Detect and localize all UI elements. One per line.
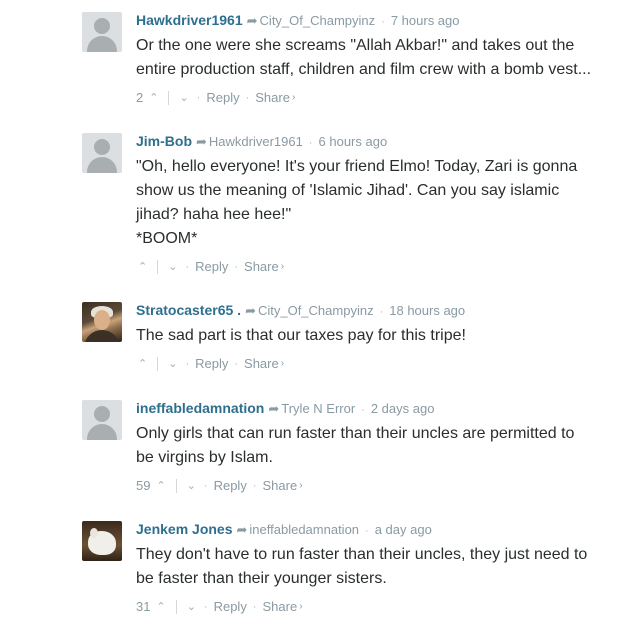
default-avatar-icon[interactable] xyxy=(82,133,122,173)
comment-line: Only girls that can run faster than thei… xyxy=(136,425,575,442)
comment-actions: 2 ⌃ ⌄ · Reply · Share › xyxy=(136,88,636,107)
parent-author-link[interactable]: Hawkdriver1961 xyxy=(209,134,303,149)
timestamp-link[interactable]: 7 hours ago xyxy=(391,13,460,28)
separator-dot: · xyxy=(365,525,369,537)
comment-line: show us the meaning of 'Islamic Jihad'. … xyxy=(136,182,560,199)
vote-count: 2 xyxy=(136,89,144,105)
separator-dot: · xyxy=(185,260,190,273)
upvote-icon[interactable]: ⌃ xyxy=(136,258,149,276)
upvote-icon[interactable]: ⌃ xyxy=(154,598,167,616)
comment-text: "Oh, hello everyone! It's your friend El… xyxy=(136,155,636,251)
parent-author-link[interactable]: City_Of_Champyinz xyxy=(260,13,376,28)
reply-arrow-icon: ➦ xyxy=(245,303,256,318)
portrait-avatar-icon[interactable] xyxy=(82,302,122,342)
default-avatar-icon[interactable] xyxy=(82,12,122,52)
parent-author-link[interactable]: City_Of_Champyinz xyxy=(258,303,374,318)
comment-line: Or the one were she screams "Allah Akbar… xyxy=(136,37,575,54)
separator-dot: · xyxy=(381,16,385,28)
reply-arrow-icon: ➦ xyxy=(268,401,280,416)
timestamp-link[interactable]: 6 hours ago xyxy=(319,134,388,149)
chevron-right-icon: › xyxy=(280,260,285,272)
reply-button[interactable]: Reply xyxy=(206,89,239,107)
timestamp-link[interactable]: 18 hours ago xyxy=(389,303,465,318)
vote-divider xyxy=(168,90,170,105)
vote-divider xyxy=(157,356,159,371)
reply-arrow-icon: ➦ xyxy=(236,522,248,537)
chevron-right-icon: › xyxy=(299,600,303,612)
comment-line: be faster than their younger sisters. xyxy=(136,570,387,587)
share-button[interactable]: Share xyxy=(263,598,298,616)
downvote-icon[interactable]: ⌄ xyxy=(185,598,198,616)
author-link[interactable]: Jim-Bob xyxy=(136,133,192,149)
separator-dot: · xyxy=(379,306,384,318)
separator-dot: · xyxy=(196,91,201,104)
reply-button[interactable]: Reply xyxy=(214,598,247,616)
comment-meta: Jenkem Jones ➦ ineffabledamnation · a day ag… xyxy=(136,521,636,539)
vote-divider xyxy=(175,478,177,493)
chevron-right-icon: › xyxy=(299,479,303,491)
comment-actions: ⌃ ⌄ · Reply · Share › xyxy=(136,354,636,373)
comment-line: *BOOM* xyxy=(136,230,198,247)
upvote-icon[interactable]: ⌃ xyxy=(154,477,167,495)
comment-line: They don't have to run faster than their… xyxy=(136,546,588,563)
comment-meta: ineffabledamnation ➦ Tryle N Error · 2 days … xyxy=(136,400,636,418)
downvote-icon[interactable]: ⌄ xyxy=(166,258,179,276)
separator-dot: · xyxy=(308,137,313,149)
comment-text: Or the one were she screams "Allah Akbar… xyxy=(136,34,636,82)
vote-divider xyxy=(175,599,177,614)
author-link[interactable]: Hawkdriver1961 xyxy=(136,12,243,28)
upvote-icon[interactable]: ⌃ xyxy=(136,355,149,373)
separator-dot: · xyxy=(185,357,190,370)
comment-line: jihad? haha hee hee!" xyxy=(136,206,292,223)
comment-actions: ⌃ ⌄ · Reply · Share › xyxy=(136,257,636,276)
downvote-icon[interactable]: ⌄ xyxy=(177,89,190,107)
reply-button[interactable]: Reply xyxy=(195,258,228,276)
vote-divider xyxy=(157,259,159,274)
comment-actions: 31 ⌃ ⌄ · Reply · Share › xyxy=(136,597,636,616)
reply-button[interactable]: Reply xyxy=(214,477,247,495)
comment-line: "Oh, hello everyone! It's your friend El… xyxy=(136,158,578,175)
separator-dot: · xyxy=(203,600,208,613)
chevron-right-icon: › xyxy=(291,91,296,103)
comment-meta: Jim-Bob ➦ Hawkdriver1961 · 6 hours ago xyxy=(136,133,636,151)
comment-meta: Stratocaster65 . ➦ City_Of_Champyinz · 18 ho… xyxy=(136,302,636,320)
vote-count: 31 xyxy=(136,598,151,614)
parent-author-link[interactable]: Tryle N Error xyxy=(281,401,355,416)
share-button[interactable]: Share xyxy=(263,477,298,495)
separator-dot: · xyxy=(361,404,365,416)
share-button[interactable]: Share xyxy=(255,89,290,107)
comment-line: The sad part is that our taxes pay for t… xyxy=(136,327,466,344)
comment-line: be virgins by Islam. xyxy=(136,449,273,466)
upvote-icon[interactable]: ⌃ xyxy=(147,89,160,107)
comment-actions: 59 ⌃ ⌄ · Reply · Share › xyxy=(136,476,636,495)
comment-text: The sad part is that our taxes pay for t… xyxy=(136,324,636,348)
comment-meta: Hawkdriver1961 ➦ City_Of_Champyinz · 7 hours… xyxy=(136,12,636,30)
reply-button[interactable]: Reply xyxy=(195,355,228,373)
timestamp-link[interactable]: 2 days ago xyxy=(371,401,435,416)
author-link[interactable]: Stratocaster65 . xyxy=(136,302,241,318)
comment-text: Only girls that can run faster than thei… xyxy=(136,422,636,470)
dog-avatar-icon[interactable] xyxy=(82,521,122,561)
downvote-icon[interactable]: ⌄ xyxy=(185,477,198,495)
separator-dot: · xyxy=(234,357,239,370)
reply-arrow-icon: ➦ xyxy=(196,134,207,149)
share-button[interactable]: Share xyxy=(244,258,279,276)
parent-author-link[interactable]: ineffabledamnation xyxy=(249,522,359,537)
author-link[interactable]: ineffabledamnation xyxy=(136,400,264,416)
reply-arrow-icon: ➦ xyxy=(246,13,258,28)
separator-dot: · xyxy=(252,479,257,492)
comment-text: They don't have to run faster than their… xyxy=(136,543,636,591)
share-button[interactable]: Share xyxy=(244,355,279,373)
comment-line: entire production staff, children and fi… xyxy=(136,61,592,78)
separator-dot: · xyxy=(203,479,208,492)
timestamp-link[interactable]: a day ago xyxy=(375,522,432,537)
vote-count: 59 xyxy=(136,477,151,493)
author-link[interactable]: Jenkem Jones xyxy=(136,521,233,537)
separator-dot: · xyxy=(245,91,250,104)
separator-dot: · xyxy=(234,260,239,273)
chevron-right-icon: › xyxy=(280,357,285,369)
default-avatar-icon[interactable] xyxy=(82,400,122,440)
separator-dot: · xyxy=(252,600,257,613)
downvote-icon[interactable]: ⌄ xyxy=(166,355,179,373)
